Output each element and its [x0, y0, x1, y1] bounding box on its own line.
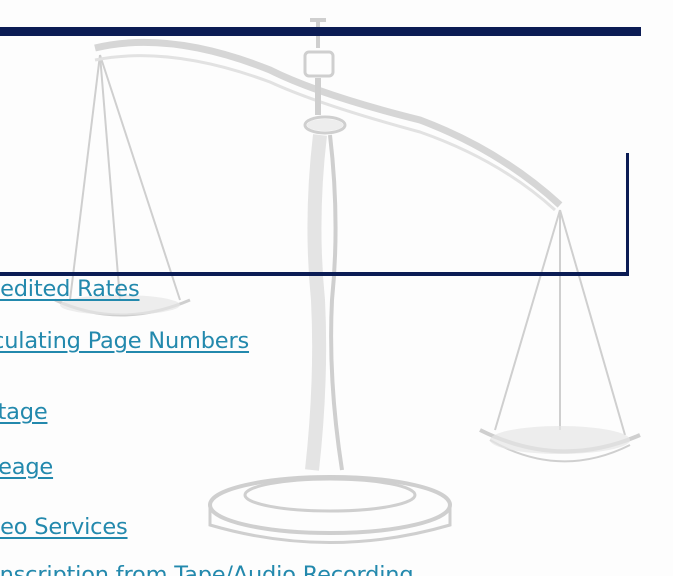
link-expedited-rates[interactable]: pedited Rates [0, 274, 140, 304]
link-list: pedited Rates lculating Page Numbers sta… [0, 0, 673, 576]
link-transcription-from-tape-audio-recording[interactable]: anscription from Tape/Audio Recording [0, 560, 414, 576]
link-calculating-page-numbers[interactable]: lculating Page Numbers [0, 326, 249, 356]
document-page: pedited Rates lculating Page Numbers sta… [0, 0, 673, 576]
link-postage[interactable]: stage [0, 397, 48, 427]
link-video-services[interactable]: deo Services [0, 512, 128, 542]
link-mileage[interactable]: ileage [0, 452, 53, 482]
